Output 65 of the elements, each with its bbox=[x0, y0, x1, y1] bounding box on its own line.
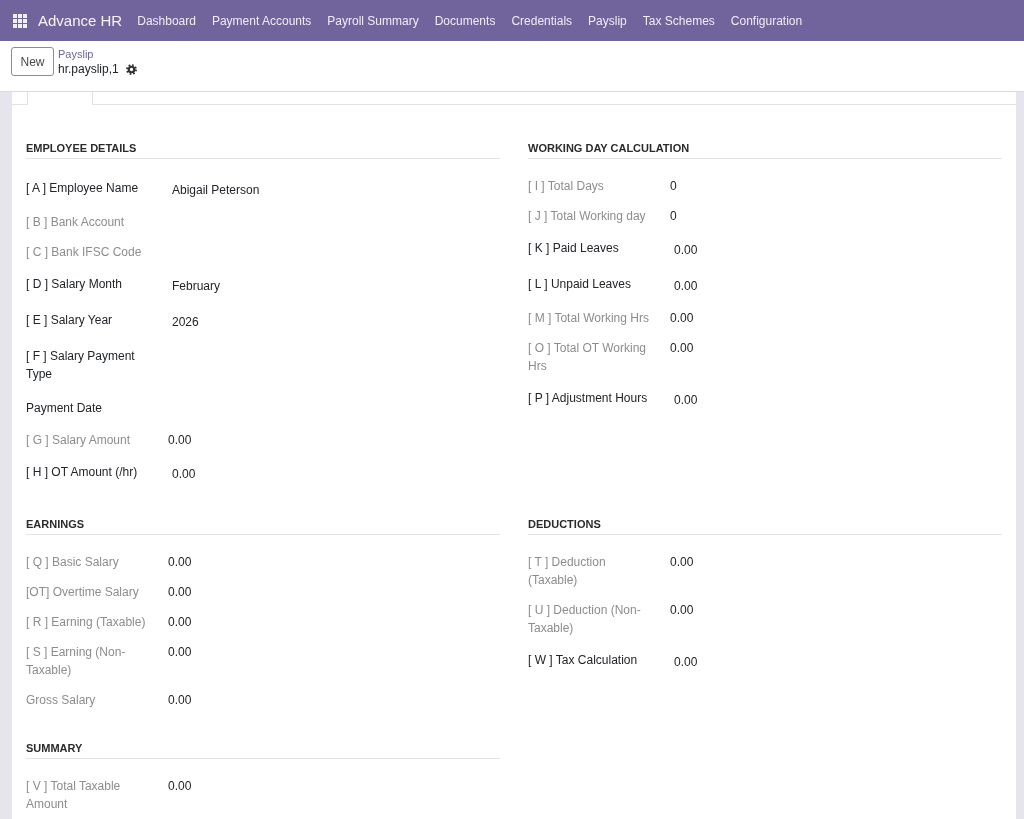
field-label: [ B ] Bank Account bbox=[26, 215, 125, 229]
field-value: 0.00 bbox=[670, 554, 694, 571]
menu-item[interactable]: Dashboard bbox=[129, 10, 204, 31]
field-label: [ W ] Tax Calculation bbox=[528, 653, 638, 667]
input-field[interactable]: 0.00 bbox=[670, 391, 698, 409]
field-label: [ P ] Adjustment Hours bbox=[528, 391, 648, 405]
section-heading: EMPLOYEE DETAILS bbox=[26, 141, 500, 159]
section-heading: WORKING DAY CALCULATION bbox=[528, 141, 1002, 159]
menu-item[interactable]: Documents bbox=[426, 10, 504, 31]
field-label: [ F ] Salary Payment Type bbox=[26, 349, 135, 381]
field-value: 0 bbox=[670, 178, 677, 195]
field-label: [ I ] Total Days bbox=[528, 179, 604, 193]
field-label: [ K ] Paid Leaves bbox=[528, 241, 619, 255]
field-label: [ V ] Total Taxable Amount bbox=[26, 779, 121, 811]
field-label: [ J ] Total Working day bbox=[528, 209, 646, 223]
field-label: [ Q ] Basic Salary bbox=[26, 555, 119, 569]
input-field[interactable]: 2026 bbox=[168, 313, 199, 331]
field-label: [OT] Overtime Salary bbox=[26, 585, 139, 599]
section-heading: EARNINGS bbox=[26, 517, 500, 535]
field-label: [ L ] Unpaid Leaves bbox=[528, 277, 631, 291]
input-field[interactable]: 0.00 bbox=[670, 241, 698, 259]
field-value: 0.00 bbox=[168, 614, 192, 631]
apps-grid-icon[interactable] bbox=[13, 13, 27, 28]
field-label: [ T ] Deduction (Taxable) bbox=[528, 555, 606, 587]
field-value: 0.00 bbox=[168, 584, 192, 601]
field-label: [ D ] Salary Month bbox=[26, 277, 123, 291]
menu-item[interactable]: Credentials bbox=[503, 10, 581, 31]
menu-item[interactable]: Configuration bbox=[722, 10, 811, 31]
section-heading: SUMMARY bbox=[26, 741, 500, 759]
field-label: [ U ] Deduction (Non-Taxable) bbox=[528, 603, 641, 635]
field-value: 0.00 bbox=[168, 554, 192, 571]
menu-item[interactable]: Tax Schemes bbox=[634, 10, 723, 31]
field-label: Payment Date bbox=[26, 401, 103, 415]
field-value: 0.00 bbox=[670, 340, 694, 357]
field-value: 0.00 bbox=[670, 602, 694, 619]
field-label: [ E ] Salary Year bbox=[26, 313, 113, 327]
field-label: Gross Salary bbox=[26, 693, 96, 707]
record-title: hr.payslip,1 bbox=[58, 61, 119, 77]
field-label: [ S ] Earning (Non-Taxable) bbox=[26, 645, 126, 677]
field-label: [ O ] Total OT Working Hrs bbox=[528, 341, 647, 373]
field-label: [ A ] Employee Name bbox=[26, 181, 139, 195]
section-heading: DEDUCTIONS bbox=[528, 517, 1002, 535]
input-field[interactable]: 0.00 bbox=[670, 653, 698, 671]
field-label: [ M ] Total Working Hrs bbox=[528, 311, 649, 325]
app-title[interactable]: Advance HR bbox=[38, 10, 123, 31]
field-label: [ H ] OT Amount (/hr) bbox=[26, 465, 138, 479]
field-label: [ R ] Earning (Taxable) bbox=[26, 615, 146, 629]
gear-icon[interactable] bbox=[125, 63, 137, 75]
new-button[interactable]: New bbox=[11, 47, 54, 76]
input-field[interactable]: Abigail Peterson bbox=[168, 181, 260, 199]
field-value: 0.00 bbox=[168, 778, 192, 795]
menu-item[interactable]: Payment Accounts bbox=[203, 10, 320, 31]
input-field[interactable]: February bbox=[168, 277, 221, 295]
input-field[interactable]: 0.00 bbox=[168, 465, 196, 483]
field-value: 0.00 bbox=[670, 310, 694, 327]
field-label: [ G ] Salary Amount bbox=[26, 433, 131, 447]
field-value: 0.00 bbox=[168, 692, 192, 709]
menu-item[interactable]: Payroll Summary bbox=[319, 10, 427, 31]
field-value: 0 bbox=[670, 208, 677, 225]
menu-item[interactable]: Payslip bbox=[580, 10, 635, 31]
breadcrumb-link[interactable]: Payslip bbox=[58, 47, 94, 61]
field-label: [ C ] Bank IFSC Code bbox=[26, 245, 142, 259]
input-field[interactable]: 0.00 bbox=[670, 277, 698, 295]
field-value: 0.00 bbox=[168, 432, 192, 449]
field-value: 0.00 bbox=[168, 644, 192, 661]
